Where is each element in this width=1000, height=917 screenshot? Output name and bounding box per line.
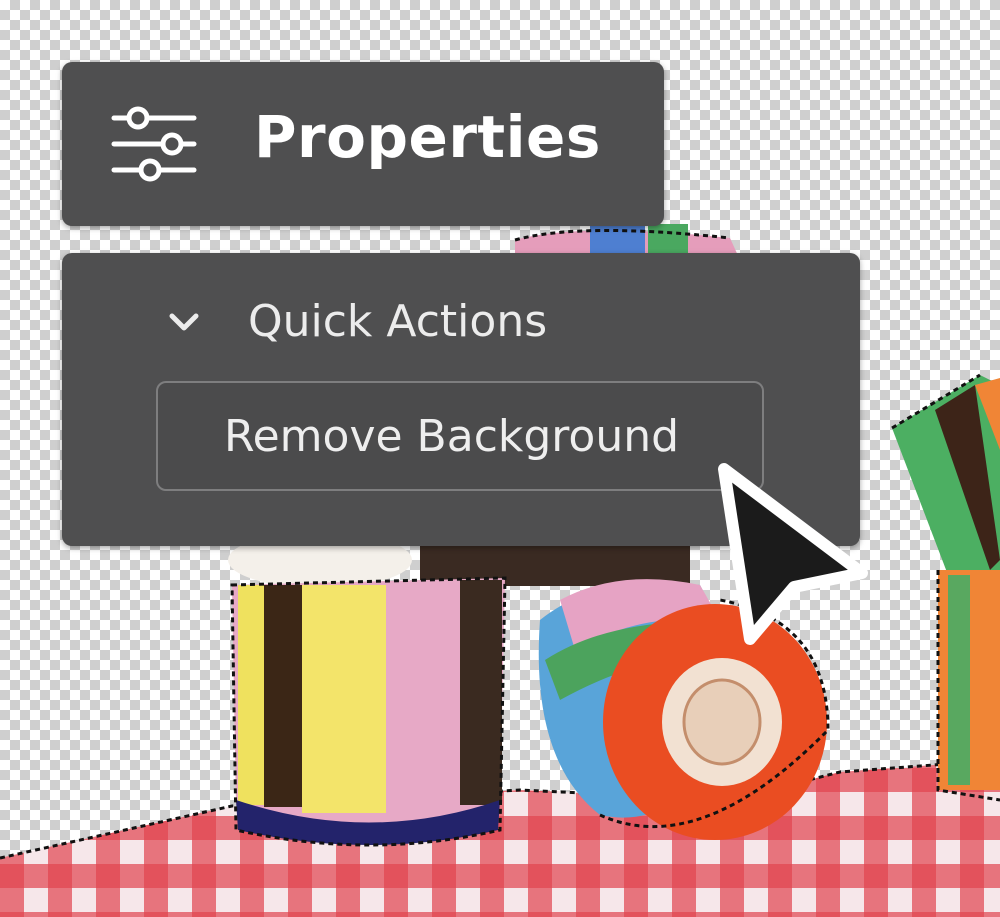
quick-actions-toggle[interactable]: Quick Actions	[166, 297, 547, 347]
remove-background-button[interactable]: Remove Background	[156, 381, 764, 491]
sliders-icon	[110, 104, 198, 186]
chevron-down-icon[interactable]	[166, 310, 202, 334]
striped-cup	[230, 576, 507, 847]
section-title: Quick Actions	[248, 296, 548, 347]
properties-panel: Properties	[62, 62, 664, 226]
right-cups	[891, 373, 1000, 802]
panel-title: Properties	[254, 103, 601, 171]
mouse-pointer-icon	[706, 455, 876, 655]
